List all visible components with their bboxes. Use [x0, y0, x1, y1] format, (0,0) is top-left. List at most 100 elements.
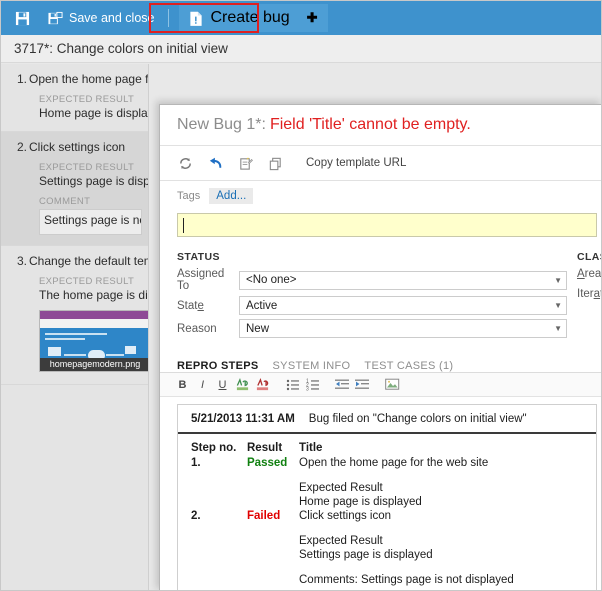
reason-select[interactable]: New ▼ [239, 319, 567, 338]
copy-template-url-link[interactable]: Copy template URL [306, 157, 406, 169]
row-step-number: 1. [191, 457, 201, 469]
test-step-row-2[interactable]: 2. Click settings icon EXPECTED RESULT S… [1, 132, 148, 246]
expected-result-label: EXPECTED RESULT [39, 94, 135, 105]
iteration-label: Iterati [577, 288, 601, 300]
create-bug-label: Create bug [210, 9, 290, 26]
refresh-icon[interactable] [172, 151, 198, 175]
table-row-expected: Expected Result [178, 481, 596, 495]
test-step-row-1[interactable]: 1. Open the home page for the web site E… [1, 64, 148, 132]
numbered-list-icon[interactable]: 1 2 3 [304, 376, 321, 393]
rich-text-toolbar: B I U 1 2 3 [160, 373, 601, 397]
comment-text: Settings page is not displ [44, 213, 141, 227]
row-title: Click settings icon [299, 510, 392, 522]
underline-icon[interactable]: U [214, 376, 231, 393]
step-number: 2. [17, 140, 28, 154]
apply-template-icon[interactable] [232, 151, 258, 175]
bug-filed-header: 5/21/2013 11:31 AM Bug filed on "Change … [178, 405, 596, 434]
column-result: Result [247, 442, 283, 454]
attachment-thumbnail[interactable]: homepagemodern.png [39, 310, 148, 372]
step-number: 1. [17, 72, 28, 86]
row-expected-label: Expected Result [299, 535, 383, 547]
font-color-icon[interactable] [234, 376, 251, 393]
reason-value: New [246, 322, 270, 335]
assigned-to-label: Assigned To [177, 268, 225, 292]
text-caret [183, 218, 184, 233]
new-bug-dialog: New Bug 1*: Field 'Title' cannot be empt… [159, 104, 601, 590]
bold-icon[interactable]: B [174, 376, 191, 393]
state-value: Active [246, 299, 278, 312]
table-header-row: Step no. Result Title [178, 434, 596, 456]
create-bug-button[interactable]: Create bug ✚ [179, 4, 328, 32]
row-expected-label: Expected Result [299, 482, 383, 494]
svg-text:3: 3 [306, 387, 309, 392]
outdent-icon[interactable] [334, 376, 351, 393]
step-title: Click settings icon [29, 140, 126, 154]
status-section: STATUS Assigned To <No one> ▼ State Acti… [177, 251, 567, 342]
row-step-number: 2. [191, 510, 201, 522]
add-tag-button[interactable]: Add... [209, 188, 254, 204]
table-row-expected-text: Home page is displayed [178, 495, 596, 509]
italic-icon[interactable]: I [194, 376, 211, 393]
table-row-comment: Comments: Settings page is not displayed [178, 573, 596, 587]
table-row-expected-text: Settings page is displayed [178, 548, 596, 562]
undo-icon[interactable] [202, 151, 228, 175]
filed-date: 5/21/2013 11:31 AM [191, 413, 295, 425]
tab-test-cases[interactable]: TEST CASES (1) [364, 360, 453, 372]
tab-repro-steps[interactable]: REPRO STEPS [177, 360, 259, 372]
state-row: State Active ▼ [177, 296, 567, 315]
save-and-close-button[interactable]: Save and close [40, 4, 162, 32]
comment-label: COMMENT [39, 196, 91, 207]
bug-title-input[interactable] [177, 213, 597, 237]
create-bug-icon [189, 11, 203, 26]
save-button[interactable] [11, 4, 34, 32]
filed-text: Bug filed on "Change colors on initial v… [308, 413, 527, 425]
app-window: Save and close Create bug ✚ 3717*: Chang… [0, 0, 602, 591]
status-section-label: STATUS [177, 251, 220, 263]
expected-result-label: EXPECTED RESULT [39, 276, 135, 287]
table-row: 1. Passed Open the home page for the web… [178, 456, 596, 470]
top-toolbar: Save and close Create bug ✚ [1, 1, 601, 35]
test-steps-panel[interactable]: 1. Open the home page for the web site E… [1, 64, 149, 590]
expected-result-label: EXPECTED RESULT [39, 162, 135, 173]
dialog-title: New Bug 1*: Field 'Title' cannot be empt… [160, 105, 601, 146]
column-step-no: Step no. [191, 442, 237, 454]
attachment-filename: homepagemodern.png [40, 358, 148, 371]
expected-result-text: Settings page is displayed [39, 174, 149, 188]
save-and-close-label: Save and close [69, 11, 155, 25]
state-label: State [177, 299, 204, 312]
page-title: 3717*: Change colors on initial view [1, 35, 601, 63]
copy-icon[interactable] [262, 151, 288, 175]
save-and-close-icon [48, 11, 63, 26]
dialog-tabs: REPRO STEPS SYSTEM INFO TEST CASES (1) [160, 342, 601, 373]
tags-row: Tags Add... [160, 181, 601, 211]
tags-label: Tags [177, 190, 201, 202]
dialog-toolbar: Copy template URL [160, 146, 601, 181]
row-result: Failed [247, 510, 281, 522]
dialog-title-prefix: New Bug 1*: [177, 116, 266, 133]
column-title: Title [299, 442, 323, 454]
repro-steps-content[interactable]: 5/21/2013 11:31 AM Bug filed on "Change … [177, 404, 597, 590]
chevron-down-icon: ▼ [554, 324, 562, 333]
indent-icon[interactable] [354, 376, 371, 393]
state-select[interactable]: Active ▼ [239, 296, 567, 315]
chevron-down-icon: ▼ [554, 275, 562, 285]
highlight-color-icon[interactable] [254, 376, 271, 393]
step-number: 3. [17, 254, 28, 268]
comment-input[interactable]: Settings page is not displ [39, 209, 142, 235]
create-bug-dropdown-plus-icon[interactable]: ✚ [307, 10, 318, 26]
reason-label: Reason [177, 322, 217, 335]
thumbnail-subheader [40, 319, 148, 328]
row-expected-text: Home page is displayed [299, 496, 422, 508]
table-row-expected: Expected Result [178, 534, 596, 548]
insert-image-icon[interactable] [384, 376, 401, 393]
expected-result-text: The home page is display [39, 288, 148, 302]
bullet-list-icon[interactable] [284, 376, 301, 393]
repro-steps-table: Step no. Result Title 1. Passed Open the… [178, 434, 596, 587]
assigned-to-select[interactable]: <No one> ▼ [239, 270, 567, 290]
test-step-row-3[interactable]: 3. Change the default templ EXPECTED RES… [1, 246, 148, 385]
toolbar-separator [168, 9, 170, 27]
fields-area: STATUS Assigned To <No one> ▼ State Acti… [160, 237, 601, 342]
tab-system-info[interactable]: SYSTEM INFO [273, 360, 351, 372]
reason-row: Reason New ▼ [177, 319, 567, 338]
step-title: Open the home page for the web site [29, 72, 149, 86]
